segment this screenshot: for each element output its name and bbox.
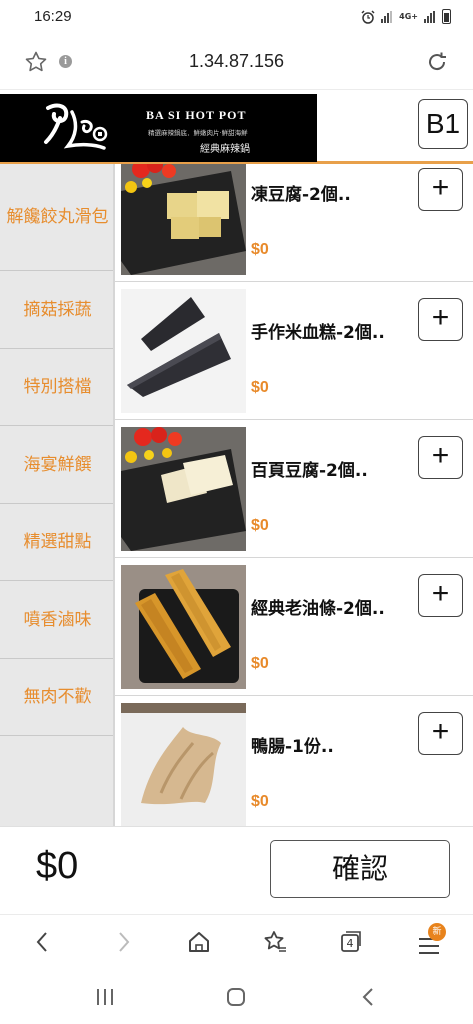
add-item-button[interactable]: + bbox=[418, 574, 463, 617]
add-item-button[interactable]: + bbox=[418, 298, 463, 341]
address-bar: i 1.34.87.156 bbox=[0, 34, 473, 90]
baiye-tofu-photo bbox=[121, 427, 246, 551]
rice-blood-cake-photo bbox=[121, 289, 246, 413]
shop-name: BA SI HOT POT bbox=[146, 108, 247, 122]
category-item[interactable]: 噴香滷味 bbox=[0, 581, 115, 659]
status-time: 16:29 bbox=[34, 8, 72, 25]
system-back-icon[interactable] bbox=[358, 986, 380, 1008]
add-item-button[interactable]: + bbox=[418, 168, 463, 211]
forward-icon[interactable] bbox=[110, 929, 136, 955]
signal-2-icon bbox=[424, 10, 436, 23]
item-price: $0 bbox=[251, 655, 269, 672]
menu-list: 凍豆腐-2個.. $0 + 手作米血糕-2個.. $0 + 百頁豆腐-2個.. … bbox=[115, 164, 473, 826]
menu-item: 經典老油條-2個.. $0 + bbox=[115, 558, 473, 696]
item-name: 百頁豆腐-2個.. bbox=[251, 461, 368, 481]
item-price: $0 bbox=[251, 793, 269, 810]
category-item[interactable]: 解饞餃丸滑包 bbox=[0, 164, 115, 271]
tabs-count: 4 bbox=[346, 937, 354, 950]
category-item[interactable]: 摘菇採蔬 bbox=[0, 271, 115, 349]
back-icon[interactable] bbox=[30, 929, 56, 955]
duck-intestine-photo bbox=[121, 703, 246, 826]
shop-subtitle: 經典麻辣鍋 bbox=[200, 144, 250, 155]
item-price: $0 bbox=[251, 241, 269, 258]
item-name: 手作米血糕-2個.. bbox=[251, 323, 385, 343]
calligraphy-logo-icon bbox=[44, 103, 108, 150]
battery-icon bbox=[442, 9, 451, 24]
status-icons: 4G+ bbox=[361, 9, 451, 24]
item-name: 凍豆腐-2個.. bbox=[251, 185, 351, 205]
url-text[interactable]: 1.34.87.156 bbox=[0, 51, 473, 72]
network-label: 4G+ bbox=[399, 12, 418, 21]
status-bar: 16:29 4G+ bbox=[0, 0, 473, 34]
confirm-button[interactable]: 確認 bbox=[270, 840, 450, 898]
tabs-button[interactable]: 4 bbox=[338, 929, 364, 955]
category-item[interactable]: 無肉不歡 bbox=[0, 659, 115, 736]
item-price: $0 bbox=[251, 517, 269, 534]
menu-item: 手作米血糕-2個.. $0 + bbox=[115, 282, 473, 420]
add-item-button[interactable]: + bbox=[418, 436, 463, 479]
alarm-icon bbox=[361, 9, 375, 24]
table-number-button[interactable]: B1 bbox=[418, 99, 468, 149]
bookmarks-icon[interactable] bbox=[262, 929, 288, 955]
item-price: $0 bbox=[251, 379, 269, 396]
new-badge: 新 bbox=[428, 923, 446, 941]
shop-header: BA SI HOT POT 精選麻辣鍋底．鮮嫩肉片‧鮮甜海鮮 經典麻辣鍋 B1 bbox=[0, 90, 473, 164]
category-item[interactable]: 特別搭檔 bbox=[0, 349, 115, 426]
category-sidebar: 解饞餃丸滑包 摘菇採蔬 特別搭檔 海宴鮮饌 精選甜點 噴香滷味 無肉不歡 bbox=[0, 164, 115, 826]
category-item[interactable]: 海宴鮮饌 bbox=[0, 426, 115, 504]
home-icon[interactable] bbox=[186, 929, 212, 955]
recent-apps-icon[interactable] bbox=[94, 986, 116, 1008]
menu-item: 百頁豆腐-2個.. $0 + bbox=[115, 420, 473, 558]
cart-total: $0 bbox=[36, 845, 79, 887]
home-button-icon[interactable] bbox=[225, 986, 247, 1008]
shop-slogan: 精選麻辣鍋底．鮮嫩肉片‧鮮甜海鮮 bbox=[148, 129, 248, 137]
cart-bar: $0 確認 bbox=[0, 826, 473, 914]
signal-icon bbox=[381, 10, 393, 23]
menu-item: 凍豆腐-2個.. $0 + bbox=[115, 164, 473, 282]
item-name: 經典老油條-2個.. bbox=[251, 599, 385, 619]
item-name: 鴨腸-1份.. bbox=[251, 737, 334, 757]
fried-dough-stick-photo bbox=[121, 565, 246, 689]
add-item-button[interactable]: + bbox=[418, 712, 463, 755]
frozen-tofu-photo bbox=[121, 164, 246, 275]
reload-icon[interactable] bbox=[425, 50, 449, 74]
system-nav-bar bbox=[0, 970, 473, 1024]
category-item[interactable]: 精選甜點 bbox=[0, 504, 115, 581]
browser-nav-bar: 4 新 bbox=[0, 914, 473, 970]
menu-item: 鴨腸-1份.. $0 + bbox=[115, 696, 473, 826]
shop-logo: BA SI HOT POT 精選麻辣鍋底．鮮嫩肉片‧鮮甜海鮮 經典麻辣鍋 bbox=[0, 94, 317, 162]
